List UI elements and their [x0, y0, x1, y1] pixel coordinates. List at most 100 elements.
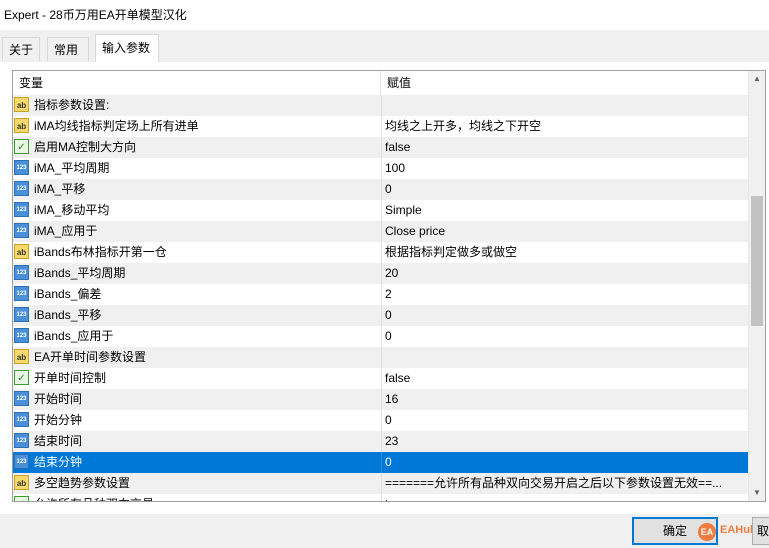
parameter-row[interactable]: ab EA开单时间参数设置 [13, 347, 751, 368]
parameter-name: iMA_移动平均 [34, 203, 110, 217]
boolean-type-icon: ✓ [14, 370, 29, 385]
parameter-name: 结束分钟 [34, 455, 83, 469]
number-type-icon: 123 [14, 286, 29, 301]
parameter-name-cell[interactable]: 123 iMA_应用于 [13, 221, 382, 242]
parameter-name: 启用MA控制大方向 [34, 140, 137, 154]
parameter-value[interactable]: 23 [383, 431, 751, 452]
parameter-row[interactable]: ab iMA均线指标判定场上所有进单 均线之上开多，均线之下开空 [13, 116, 751, 137]
scroll-down-arrow-icon[interactable]: ▼ [749, 485, 765, 501]
parameter-name: 指标参数设置: [34, 98, 110, 112]
number-type-icon: 123 [14, 391, 29, 406]
parameter-row[interactable]: ab 多空趋势参数设置 =======允许所有品种双向交易开启之后以下参数设置无效=… [13, 473, 751, 494]
parameter-row[interactable]: 123 iMA_移动平均 Simple [13, 200, 751, 221]
parameter-name: 多空趋势参数设置 [34, 476, 131, 490]
parameter-value[interactable]: false [383, 368, 751, 389]
parameter-value[interactable]: 均线之上开多，均线之下开空 [383, 116, 751, 137]
scroll-up-arrow-icon[interactable]: ▲ [749, 71, 765, 87]
parameter-value[interactable]: 2 [383, 284, 751, 305]
number-type-icon: 123 [14, 328, 29, 343]
parameter-name-cell[interactable]: 123 结束分钟 [13, 452, 382, 473]
parameter-name-cell[interactable]: 123 iBands_应用于 [13, 326, 382, 347]
parameter-name: iMA均线指标判定场上所有进单 [34, 119, 199, 133]
parameter-name-cell[interactable]: 123 iBands_平均周期 [13, 263, 382, 284]
parameter-name-cell[interactable]: 123 iMA_平均周期 [13, 158, 382, 179]
parameter-row[interactable]: 123 iMA_应用于 Close price [13, 221, 751, 242]
parameter-row[interactable]: 123 开始分钟 0 [13, 410, 751, 431]
parameter-row[interactable]: ab iBands布林指标开第一仓 根据指标判定做多或做空 [13, 242, 751, 263]
parameter-value[interactable]: Simple [383, 200, 751, 221]
parameter-row[interactable]: ab 指标参数设置: [13, 95, 751, 116]
number-type-icon: 123 [14, 307, 29, 322]
parameter-value[interactable]: 0 [383, 452, 751, 473]
parameter-value[interactable]: 0 [383, 179, 751, 200]
text-type-icon: ab [14, 349, 29, 364]
column-header-value[interactable]: 赋值 [381, 71, 751, 95]
number-type-icon: 123 [14, 412, 29, 427]
number-type-icon: 123 [14, 265, 29, 280]
parameter-name: 开单时间控制 [34, 371, 107, 385]
parameter-row[interactable]: 123 iBands_平移 0 [13, 305, 751, 326]
parameter-value[interactable] [383, 95, 751, 116]
parameter-row[interactable]: 123 结束分钟 0 [13, 452, 751, 473]
parameter-name-cell[interactable]: 123 开始分钟 [13, 410, 382, 431]
parameter-value[interactable]: 0 [383, 410, 751, 431]
number-type-icon: 123 [14, 433, 29, 448]
tab-about[interactable]: 关于 [2, 37, 40, 61]
tab-common[interactable]: 常用 [47, 37, 89, 61]
parameter-name-cell[interactable]: ab iBands布林指标开第一仓 [13, 242, 382, 263]
parameter-name-cell[interactable]: ab iMA均线指标判定场上所有进单 [13, 116, 382, 137]
cancel-button[interactable]: 取 [752, 517, 769, 545]
parameter-row[interactable]: ✓ 启用MA控制大方向 false [13, 137, 751, 158]
parameter-row[interactable]: 123 结束时间 23 [13, 431, 751, 452]
parameter-row[interactable]: 123 开始时间 16 [13, 389, 751, 410]
parameter-name-cell[interactable]: 123 iMA_移动平均 [13, 200, 382, 221]
parameter-value[interactable]: 100 [383, 158, 751, 179]
parameter-value[interactable]: false [383, 137, 751, 158]
vertical-scrollbar[interactable]: ▲ ▼ [748, 71, 765, 501]
parameter-name-cell[interactable]: 123 iBands_平移 [13, 305, 382, 326]
parameter-name-cell[interactable]: ✓ 启用MA控制大方向 [13, 137, 382, 158]
parameter-name-cell[interactable]: ab 多空趋势参数设置 [13, 473, 382, 494]
parameter-value[interactable]: 根据指标判定做多或做空 [383, 242, 751, 263]
scroll-thumb[interactable] [751, 196, 763, 326]
parameter-value[interactable]: 20 [383, 263, 751, 284]
parameter-row[interactable]: 123 iMA_平均周期 100 [13, 158, 751, 179]
eahub-logo-icon: EA [698, 523, 716, 541]
parameter-name: iMA_平均周期 [34, 161, 110, 175]
parameter-name: 结束时间 [34, 434, 83, 448]
parameter-name-cell[interactable]: ✓ 开单时间控制 [13, 368, 382, 389]
parameter-value[interactable]: 0 [383, 326, 751, 347]
parameter-name-cell[interactable]: 123 iBands_偏差 [13, 284, 382, 305]
parameter-name-cell[interactable]: ✓ 允许所有品种双向交易 [13, 494, 382, 501]
parameter-value[interactable]: =======允许所有品种双向交易开启之后以下参数设置无效==... [383, 473, 751, 494]
number-type-icon: 123 [14, 181, 29, 196]
column-header-variable[interactable]: 变量 [13, 71, 381, 95]
number-type-icon: 123 [14, 454, 29, 469]
parameter-name-cell[interactable]: 123 结束时间 [13, 431, 382, 452]
tab-inputs[interactable]: 输入参数 [95, 34, 159, 63]
parameter-name: 开始时间 [34, 392, 83, 406]
parameter-name-cell[interactable]: ab 指标参数设置: [13, 95, 382, 116]
parameter-value[interactable]: 16 [383, 389, 751, 410]
parameter-row[interactable]: ✓ 允许所有品种双向交易 true [13, 494, 751, 501]
grid-header: 变量 赋值 [13, 71, 751, 96]
parameter-row[interactable]: 123 iBands_偏差 2 [13, 284, 751, 305]
parameter-value[interactable]: true [383, 494, 751, 501]
parameter-row[interactable]: 123 iMA_平移 0 [13, 179, 751, 200]
parameter-name-cell[interactable]: 123 iMA_平移 [13, 179, 382, 200]
parameter-value[interactable]: 0 [383, 305, 751, 326]
parameter-name: 允许所有品种双向交易 [34, 494, 154, 501]
tab-strip: 关于 常用 输入参数 [0, 30, 769, 63]
parameter-row[interactable]: 123 iBands_应用于 0 [13, 326, 751, 347]
parameter-row[interactable]: 123 iBands_平均周期 20 [13, 263, 751, 284]
parameter-value[interactable]: Close price [383, 221, 751, 242]
parameter-name: iBands布林指标开第一仓 [34, 245, 167, 259]
parameter-name: 开始分钟 [34, 413, 83, 427]
parameter-name: iBands_应用于 [34, 329, 114, 343]
parameter-value[interactable] [383, 347, 751, 368]
number-type-icon: 123 [14, 223, 29, 238]
parameter-row[interactable]: ✓ 开单时间控制 false [13, 368, 751, 389]
parameter-name-cell[interactable]: ab EA开单时间参数设置 [13, 347, 382, 368]
title-bar: Expert - 28币万用EA开单模型汉化 [0, 0, 769, 30]
parameter-name-cell[interactable]: 123 开始时间 [13, 389, 382, 410]
